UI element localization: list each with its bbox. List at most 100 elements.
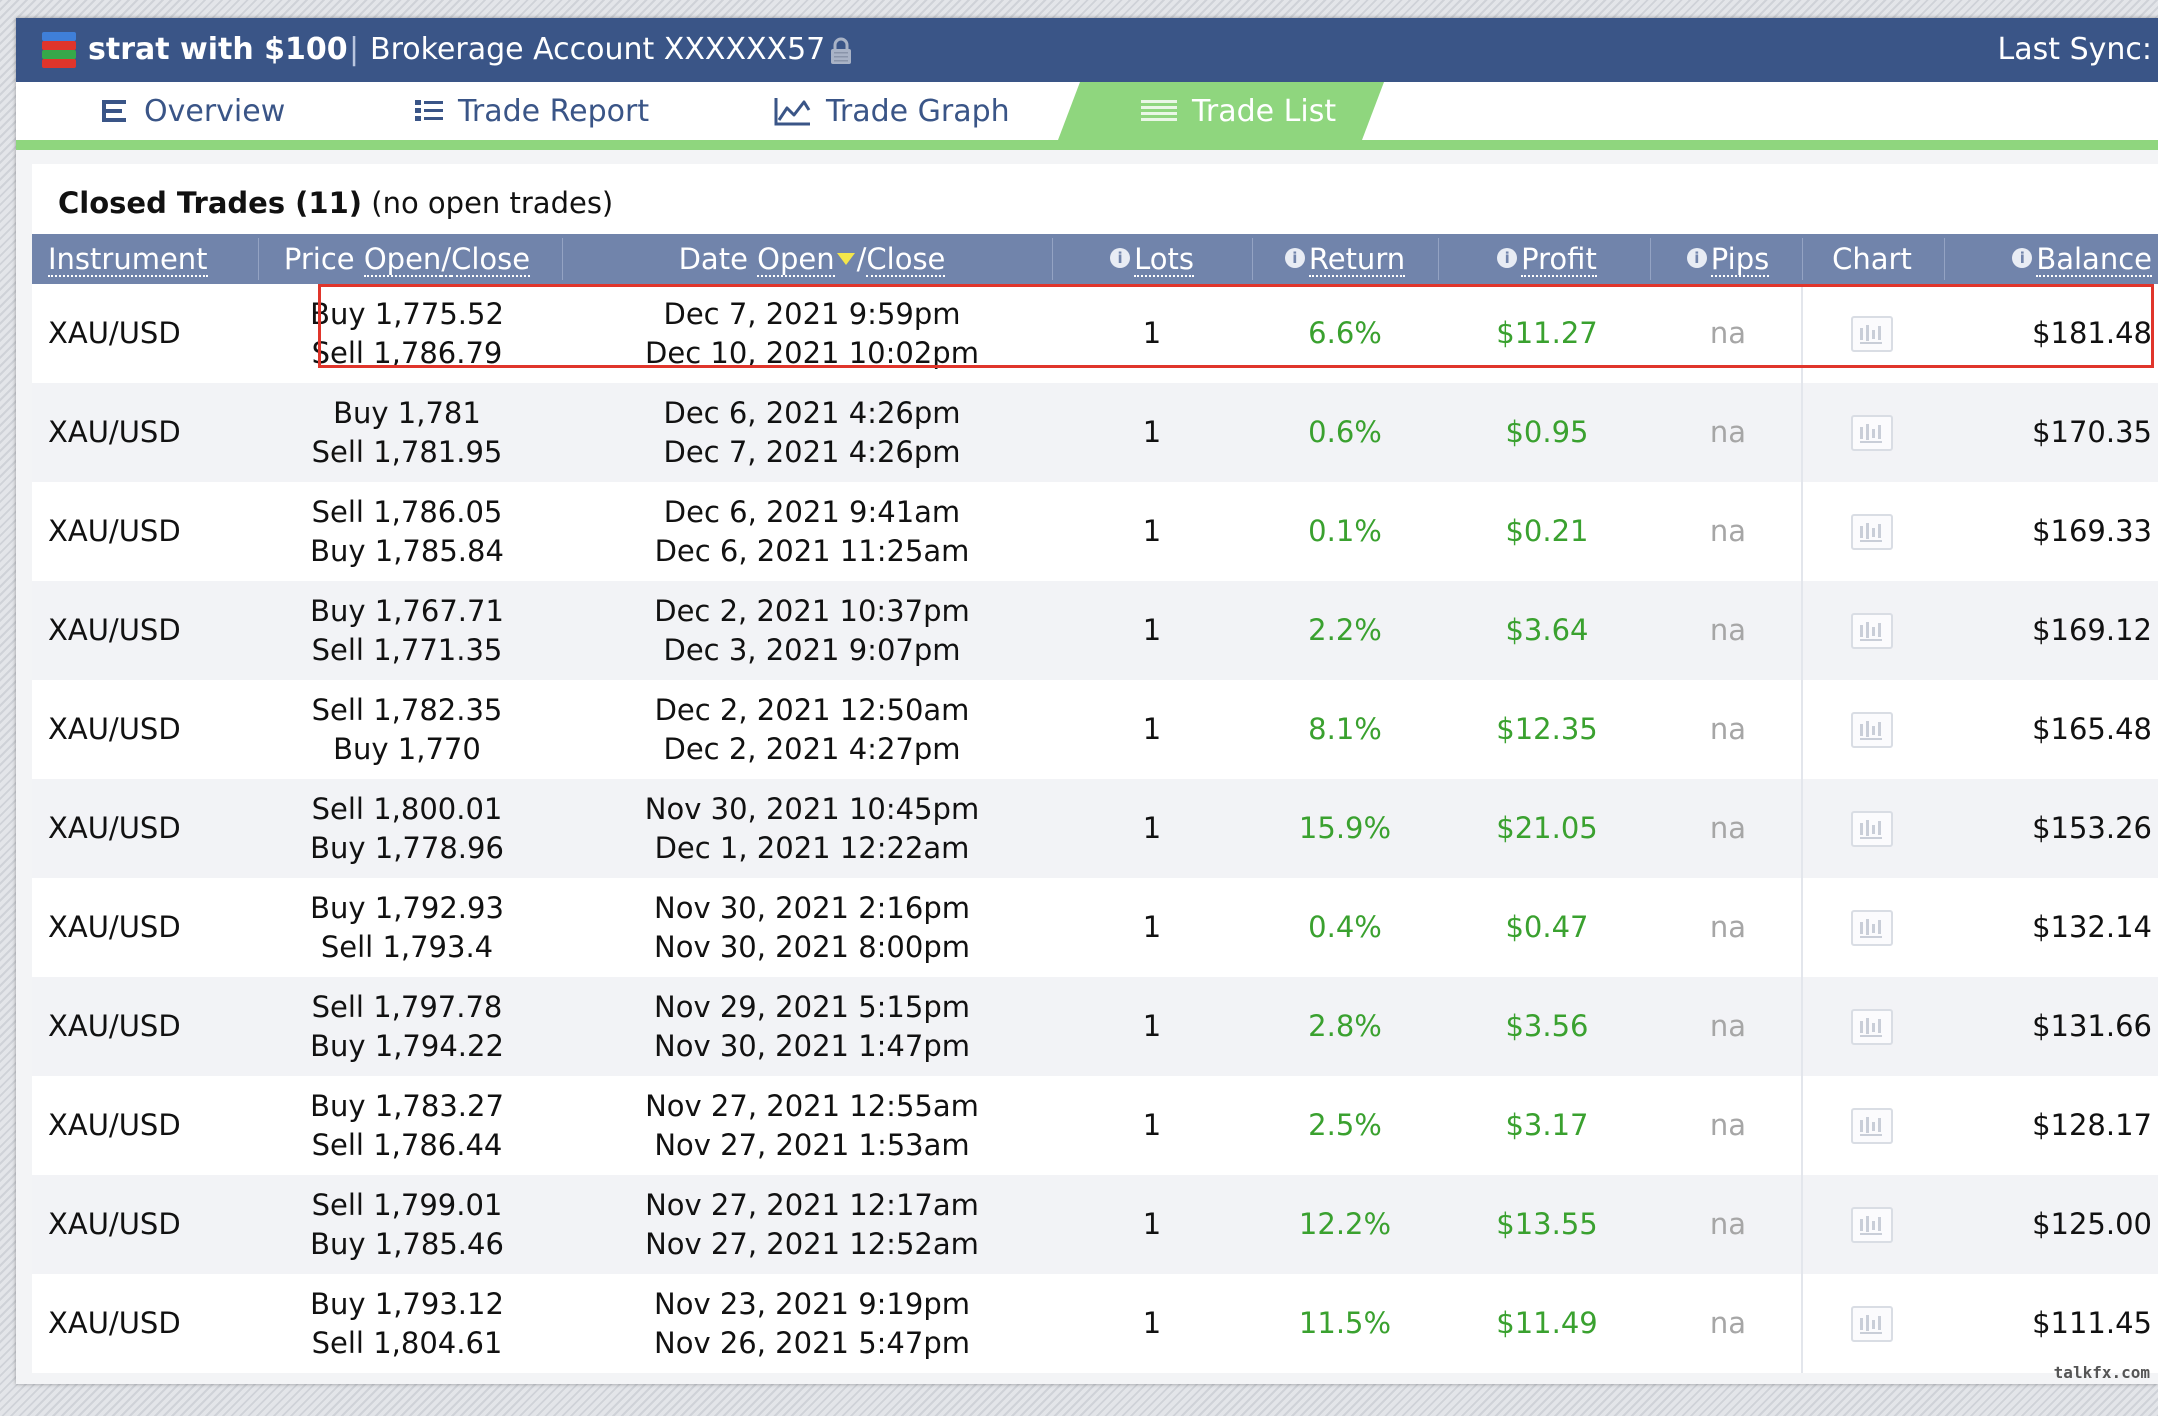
sort-date-open[interactable]: Open <box>757 244 835 277</box>
pips-cell: na <box>1658 878 1798 977</box>
column-divider <box>1650 238 1651 280</box>
date-cell: Dec 2, 2021 12:50am Dec 2, 2021 4:27pm <box>592 680 1032 779</box>
sort-price-open[interactable]: Open <box>363 244 442 277</box>
tab-trade-graph[interactable]: Trade Graph <box>774 82 1010 140</box>
price-cell: Sell 1,800.01 Buy 1,778.96 <box>272 779 542 878</box>
balance-cell: $111.45 <box>1942 1274 2152 1373</box>
chart-icon[interactable] <box>1851 513 1893 550</box>
profit: $0.47 <box>1505 910 1589 944</box>
chart-icon[interactable] <box>1851 810 1893 847</box>
lots: 1 <box>1142 811 1162 845</box>
profit: $11.27 <box>1496 316 1598 350</box>
balance-cell: $131.66 <box>1942 977 2152 1076</box>
date-close: Nov 27, 2021 12:52am <box>645 1226 979 1261</box>
chart-cell <box>1812 1274 1932 1373</box>
return-cell: 8.1% <box>1262 680 1428 779</box>
tab-overview[interactable]: Overview <box>100 82 285 140</box>
tab-trade-list[interactable]: Trade List <box>1140 82 1336 140</box>
table-header: Instrument Price Open/Close Date Open/Cl… <box>32 234 2158 284</box>
info-icon[interactable]: i <box>2012 248 2033 268</box>
info-icon[interactable]: i <box>1497 248 1518 268</box>
chart-icon[interactable] <box>1851 1008 1893 1045</box>
chart-icon[interactable] <box>1851 315 1893 352</box>
table-row[interactable]: XAU/USD Sell 1,786.05 Buy 1,785.84 Dec 6, 2… <box>32 482 2158 581</box>
header-chart: Chart <box>1832 242 1912 276</box>
chart-cell <box>1812 779 1932 878</box>
header-profit[interactable]: i Profit <box>1452 234 1642 284</box>
profit-cell: $3.56 <box>1452 977 1642 1076</box>
chart-icon[interactable] <box>1851 414 1893 451</box>
lots-cell: 1 <box>1072 1175 1232 1274</box>
chart-cell <box>1812 977 1932 1076</box>
sort-desc-icon[interactable] <box>836 253 855 265</box>
lots: 1 <box>1142 1108 1162 1142</box>
table-row[interactable]: XAU/USD Sell 1,799.01 Buy 1,785.46 Nov 27, … <box>32 1175 2158 1274</box>
header-balance[interactable]: i Balance <box>1972 234 2152 284</box>
profit: $13.55 <box>1496 1207 1598 1241</box>
date-close: Dec 10, 2021 10:02pm <box>645 335 979 370</box>
date-close: Dec 6, 2021 11:25am <box>654 533 970 568</box>
column-divider <box>1802 238 1803 280</box>
header-return[interactable]: i Return <box>1262 234 1428 284</box>
tab-trade-report[interactable]: Trade Report <box>414 82 649 140</box>
table-row[interactable]: XAU/USD Buy 1,767.71 Sell 1,771.35 Dec 2, 2… <box>32 581 2158 680</box>
pips: na <box>1709 415 1747 449</box>
pips: na <box>1709 1207 1747 1241</box>
table-row[interactable]: XAU/USD Sell 1,797.78 Buy 1,794.22 Nov 29, … <box>32 977 2158 1076</box>
return: 2.8% <box>1308 1009 1382 1043</box>
price-cell: Sell 1,782.35 Buy 1,770 <box>272 680 542 779</box>
return-cell: 2.5% <box>1262 1076 1428 1175</box>
table-row[interactable]: XAU/USD Sell 1,782.35 Buy 1,770 Dec 2, 2021… <box>32 680 2158 779</box>
header-lots[interactable]: i Lots <box>1072 234 1232 284</box>
chart-icon[interactable] <box>1851 612 1893 649</box>
table-row[interactable]: XAU/USD Buy 1,793.12 Sell 1,804.61 Nov 23, … <box>32 1274 2158 1373</box>
balance-cell: $181.48 <box>1942 284 2152 383</box>
balance: $128.17 <box>2032 1108 2152 1142</box>
date-cell: Dec 6, 2021 9:41am Dec 6, 2021 11:25am <box>592 482 1032 581</box>
chart-icon[interactable] <box>1851 1206 1893 1243</box>
info-icon[interactable]: i <box>1284 248 1305 268</box>
lots-cell: 1 <box>1072 1076 1232 1175</box>
date-open: Dec 7, 2021 9:59pm <box>663 296 961 331</box>
table-row[interactable]: XAU/USD Buy 1,783.27 Sell 1,786.44 Nov 27, … <box>32 1076 2158 1175</box>
price-close: Sell 1,771.35 <box>311 632 503 667</box>
table-row[interactable]: XAU/USD Buy 1,792.93 Sell 1,793.4 Nov 30, 2… <box>32 878 2158 977</box>
instrument: XAU/USD <box>48 1009 181 1043</box>
header-date: Date Open /Close <box>592 234 1032 284</box>
chart-icon[interactable] <box>1851 1107 1893 1144</box>
info-icon[interactable]: i <box>1110 248 1131 268</box>
instrument: XAU/USD <box>48 1207 181 1241</box>
profit-cell: $21.05 <box>1452 779 1642 878</box>
date-cell: Dec 7, 2021 9:59pm Dec 10, 2021 10:02pm <box>592 284 1032 383</box>
instrument: XAU/USD <box>48 613 181 647</box>
chart-icon[interactable] <box>1851 909 1893 946</box>
price-slash: / <box>441 242 452 277</box>
table-row[interactable]: XAU/USD Buy 1,775.52 Sell 1,786.79 Dec 7, 2… <box>32 284 2158 383</box>
header-pips[interactable]: i Pips <box>1658 234 1798 284</box>
chart-icon[interactable] <box>1851 711 1893 748</box>
strategy-name[interactable]: strat with $100 <box>88 32 348 68</box>
profit-cell: $0.21 <box>1452 482 1642 581</box>
tab-label: Trade Report <box>458 93 650 129</box>
return-cell: 6.6% <box>1262 284 1428 383</box>
lots: 1 <box>1142 1306 1162 1340</box>
return: 12.2% <box>1298 1207 1392 1241</box>
lots: 1 <box>1142 415 1162 449</box>
header-instrument[interactable]: Instrument <box>48 234 220 284</box>
sort-date-close[interactable]: Close <box>866 244 946 277</box>
price-cell: Buy 1,767.71 Sell 1,771.35 <box>272 581 542 680</box>
closed-trades-title: Closed Trades (11) <box>58 186 363 220</box>
info-icon[interactable]: i <box>1686 248 1707 268</box>
chart-cell <box>1812 383 1932 482</box>
instrument-cell: XAU/USD <box>48 1076 248 1175</box>
chart-icon[interactable] <box>1851 1305 1893 1342</box>
instrument-cell: XAU/USD <box>48 1175 248 1274</box>
table-row[interactable]: XAU/USD Sell 1,800.01 Buy 1,778.96 Nov 30, … <box>32 779 2158 878</box>
balance: $125.00 <box>2032 1207 2152 1241</box>
balance: $181.48 <box>2032 316 2152 350</box>
sort-price-close[interactable]: Close <box>451 244 531 277</box>
tab-label: Trade Graph <box>826 93 1010 129</box>
table-row[interactable]: XAU/USD Buy 1,781 Sell 1,781.95 Dec 6, 2021… <box>32 383 2158 482</box>
trade-list-panel: Closed Trades (11) (no open trades) Inst… <box>32 164 2158 1373</box>
price-open: Buy 1,781 <box>333 395 481 430</box>
